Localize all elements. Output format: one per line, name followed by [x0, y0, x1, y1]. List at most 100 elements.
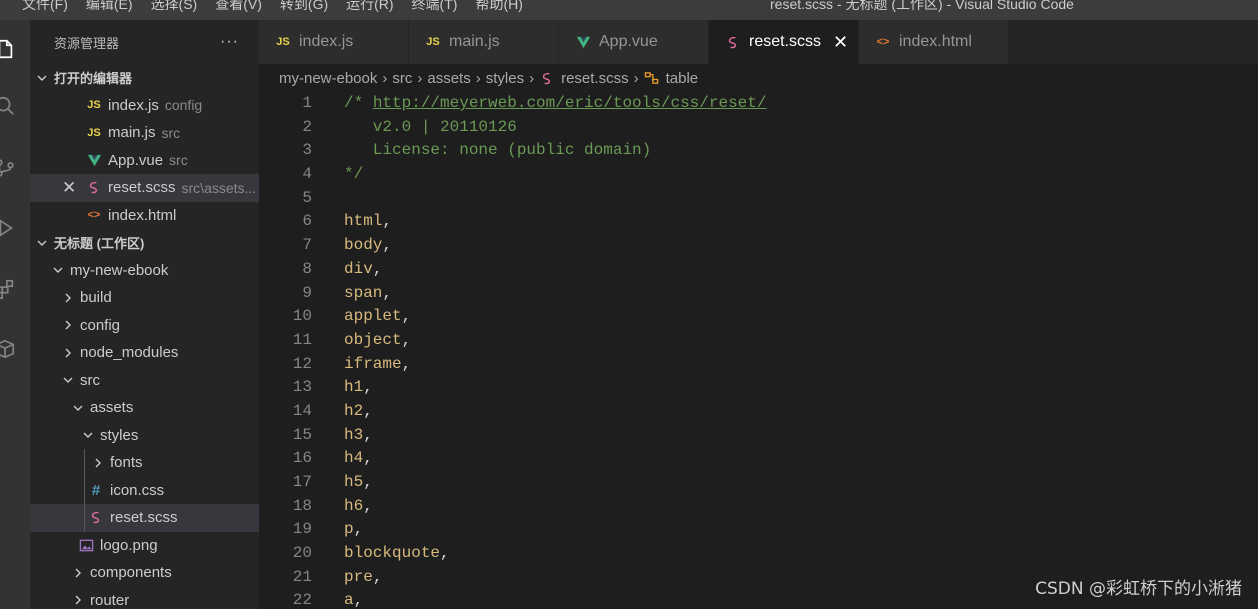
code-line: 9 span,	[259, 282, 1258, 306]
menu-help[interactable]: 帮助(H)	[466, 0, 531, 14]
line-number: 1	[302, 94, 312, 112]
source-control-icon[interactable]	[0, 157, 16, 179]
tab-index-html[interactable]: <> index.html	[859, 20, 1009, 64]
indent-guide	[84, 504, 85, 532]
line-number: 21	[292, 567, 312, 586]
comment-open: /*	[344, 94, 373, 112]
open-editors-section[interactable]: 打开的编辑器	[30, 64, 259, 92]
folder-my-new-ebook[interactable]: my-new-ebook	[30, 257, 259, 285]
breadcrumb-item[interactable]: src	[392, 70, 412, 87]
window-title: reset.scss - 无标题 (工作区) - Visual Studio C…	[770, 0, 1074, 12]
open-editor-app-vue[interactable]: App.vue src	[30, 147, 259, 175]
menu-terminal[interactable]: 终端(T)	[403, 0, 467, 14]
comma: ,	[353, 520, 364, 539]
menu-selection[interactable]: 选择(S)	[142, 0, 207, 14]
folder-assets[interactable]: assets	[30, 394, 259, 422]
open-editor-name: index.html	[108, 206, 177, 224]
code-line: 8 div,	[259, 258, 1258, 282]
code-line: 15 h3,	[259, 424, 1258, 448]
selector: h4	[344, 449, 364, 468]
activity-bar	[0, 20, 30, 609]
menu-run[interactable]: 运行(R)	[337, 0, 402, 14]
sass-icon	[86, 180, 102, 195]
sass-icon	[725, 35, 741, 50]
workspace-section[interactable]: 无标题 (工作区)	[30, 229, 259, 257]
chevron-right-icon	[62, 319, 74, 331]
close-icon[interactable]: ✕	[62, 178, 76, 198]
package-icon[interactable]	[0, 338, 16, 360]
line-number: 22	[292, 591, 312, 609]
open-editor-index-js[interactable]: JS index.js config	[30, 92, 259, 120]
title-bar: 文件(F) 编辑(E) 选择(S) 查看(V) 转到(G) 运行(R) 终端(T…	[0, 0, 1258, 20]
breadcrumb-item[interactable]: reset.scss	[561, 70, 629, 87]
folder-name: fonts	[110, 454, 143, 472]
line-number: 11	[292, 330, 312, 349]
close-icon[interactable]: ✕	[833, 32, 848, 53]
explorer-icon[interactable]	[0, 38, 16, 60]
breadcrumb-item[interactable]: table	[666, 70, 699, 87]
more-actions-icon[interactable]: ···	[220, 33, 239, 51]
url-link[interactable]: http://meyerweb.com/eric/tools/css/reset…	[373, 94, 767, 112]
tab-reset-scss[interactable]: reset.scss ✕	[709, 20, 859, 64]
open-editor-desc: src	[169, 152, 188, 169]
symbol-class-icon	[644, 71, 660, 86]
selector: span	[344, 283, 383, 302]
selector: a	[344, 591, 354, 609]
folder-name: src	[80, 371, 100, 389]
open-editor-index-html[interactable]: <> index.html	[30, 202, 259, 230]
selector: object	[344, 330, 402, 349]
tab-label: main.js	[449, 33, 500, 50]
open-editor-desc: src	[161, 124, 181, 141]
line-number: 16	[292, 449, 312, 468]
breadcrumb-item[interactable]: assets	[427, 70, 470, 87]
line-number: 13	[292, 378, 312, 397]
menu-go[interactable]: 转到(G)	[271, 0, 337, 14]
workspace-label: 无标题 (工作区)	[54, 236, 145, 252]
selector: h1	[344, 378, 364, 397]
selector: div	[344, 259, 373, 278]
comma: ,	[401, 307, 412, 326]
line-number: 2	[302, 117, 312, 136]
menu-file[interactable]: 文件(F)	[0, 0, 77, 14]
open-editor-reset-scss[interactable]: ✕ reset.scss src\assets...	[30, 174, 259, 202]
menu-view[interactable]: 查看(V)	[206, 0, 271, 14]
html-icon: <>	[87, 209, 101, 222]
folder-components[interactable]: components	[30, 559, 259, 587]
open-editors-label: 打开的编辑器	[54, 71, 133, 87]
run-debug-icon[interactable]	[0, 217, 16, 239]
file-reset-scss[interactable]: reset.scss	[30, 504, 259, 532]
search-icon[interactable]	[0, 95, 16, 117]
open-editor-desc: src\assets...	[181, 179, 257, 196]
sass-icon	[539, 71, 555, 86]
folder-config[interactable]: config	[30, 312, 259, 340]
chevron-down-icon	[72, 402, 84, 414]
file-icon-css[interactable]: # icon.css	[30, 476, 259, 504]
js-icon: JS	[276, 36, 290, 48]
selector: body	[344, 236, 383, 255]
open-editor-main-js[interactable]: JS main.js src	[30, 119, 259, 147]
folder-build[interactable]: build	[30, 284, 259, 312]
folder-styles[interactable]: styles	[30, 422, 259, 450]
breadcrumb-item[interactable]: styles	[486, 70, 524, 87]
extensions-icon[interactable]	[0, 278, 16, 300]
tab-main-js[interactable]: JS main.js	[409, 20, 559, 64]
folder-fonts[interactable]: fonts	[30, 449, 259, 477]
tab-index-js[interactable]: JS index.js	[259, 20, 409, 64]
html-icon: <>	[876, 36, 890, 48]
line-number: 8	[302, 259, 312, 278]
code-line: 2 v2.0 | 20110126	[259, 116, 1258, 140]
line-number: 12	[292, 354, 312, 373]
menu-edit[interactable]: 编辑(E)	[77, 0, 142, 14]
folder-router[interactable]: router	[30, 587, 259, 609]
file-logo-png[interactable]: logo.png	[30, 532, 259, 560]
explorer-title: 资源管理器	[54, 35, 120, 51]
tab-app-vue[interactable]: App.vue	[559, 20, 709, 64]
selector: html	[344, 212, 383, 231]
folder-node-modules[interactable]: node_modules	[30, 339, 259, 367]
breadcrumb-item[interactable]: my-new-ebook	[279, 70, 377, 87]
code-editor[interactable]: 1 /* http://meyerweb.com/eric/tools/css/r…	[259, 92, 1258, 609]
folder-src[interactable]: src	[30, 367, 259, 395]
js-icon: JS	[87, 99, 101, 112]
selector: h3	[344, 425, 364, 444]
chevron-down-icon	[52, 264, 64, 276]
